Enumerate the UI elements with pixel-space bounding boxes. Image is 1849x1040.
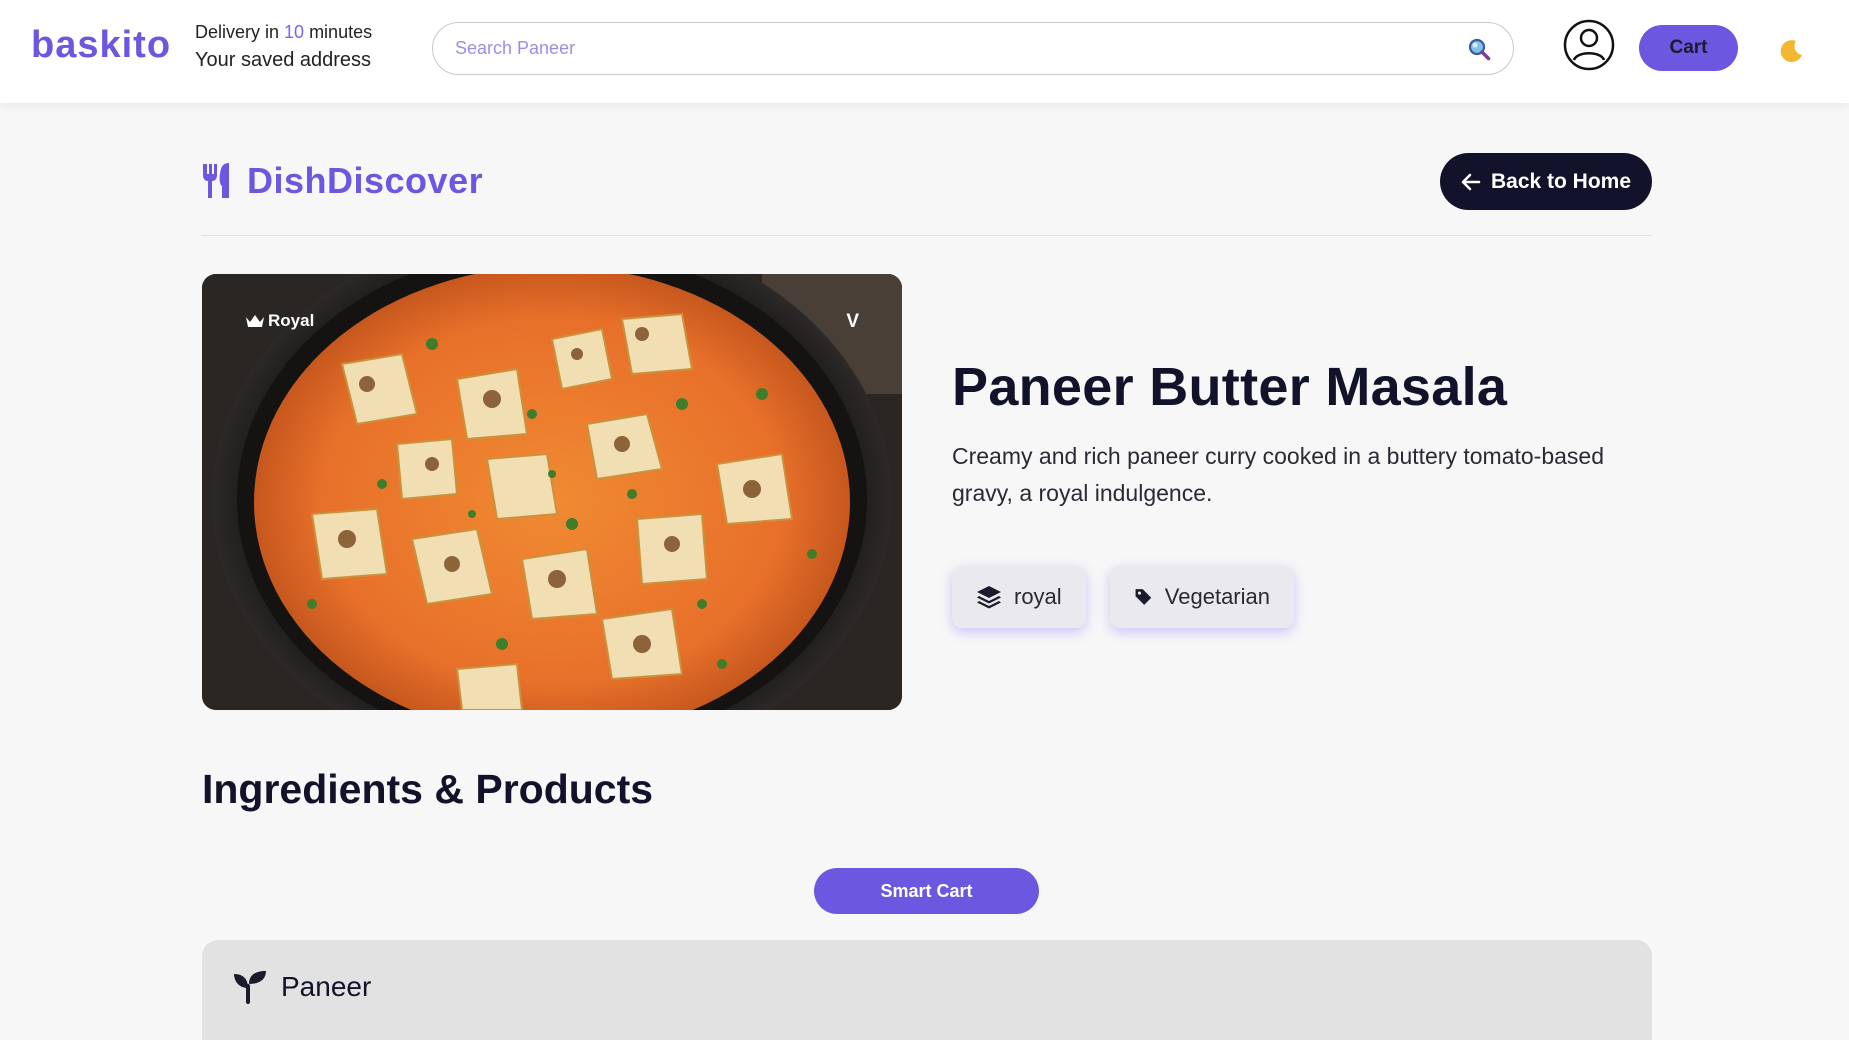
- paneer-butter-masala-illustration: [202, 274, 902, 710]
- top-navigation-bar: baskito Delivery in 10 minutes Your save…: [0, 0, 1849, 103]
- royal-badge-label: Royal: [268, 311, 315, 330]
- search-icon[interactable]: [1467, 37, 1491, 61]
- back-to-home-button[interactable]: Back to Home: [1440, 153, 1652, 210]
- smart-cart-button[interactable]: Smart Cart: [814, 868, 1039, 914]
- tag-icon: [1135, 589, 1152, 605]
- ingredient-name: Paneer: [281, 971, 372, 1002]
- cart-button[interactable]: Cart: [1639, 25, 1738, 71]
- delivery-minutes: 10: [284, 22, 305, 42]
- delivery-eta: Delivery in 10 minutes: [195, 22, 372, 43]
- tag-vegetarian-label: Vegetarian: [1164, 584, 1270, 609]
- tag-vegetarian[interactable]: Vegetarian: [1110, 566, 1294, 628]
- utensils-icon: [203, 163, 229, 198]
- dark-mode-moon-icon[interactable]: [1778, 38, 1804, 64]
- dish-title: Paneer Butter Masala: [952, 357, 1508, 417]
- layers-icon: [977, 586, 1001, 609]
- arrow-left-icon: [1461, 173, 1481, 190]
- tag-royal[interactable]: royal: [952, 566, 1086, 628]
- back-button-label: Back to Home: [1490, 169, 1632, 193]
- delivery-info[interactable]: Delivery in 10 minutes Your saved addres…: [195, 22, 372, 72]
- saved-address[interactable]: Your saved address: [195, 49, 372, 72]
- tag-royal-label: royal: [1014, 584, 1062, 609]
- crown-icon: [246, 315, 264, 327]
- dish-photo: Royal V: [202, 274, 902, 710]
- page-brand-title: DishDiscover: [247, 160, 484, 201]
- veg-marker: V: [846, 311, 859, 332]
- heading-divider: [201, 235, 1652, 236]
- ingredient-card-paneer[interactable]: Paneer: [202, 940, 1652, 1040]
- dishdiscover-brand: DishDiscover: [201, 160, 483, 202]
- delivery-prefix: Delivery in: [195, 22, 285, 42]
- dish-description: Creamy and rich paneer curry cooked in a…: [952, 443, 1604, 506]
- user-profile-icon[interactable]: [1563, 19, 1615, 71]
- ingredients-section-title: Ingredients & Products: [202, 766, 654, 812]
- search-bar[interactable]: [432, 22, 1514, 75]
- app-logo[interactable]: baskito: [31, 24, 171, 67]
- seedling-icon: [234, 971, 266, 1004]
- search-input[interactable]: [455, 23, 1435, 73]
- royal-badge: Royal: [245, 311, 314, 331]
- delivery-suffix: minutes: [304, 22, 373, 42]
